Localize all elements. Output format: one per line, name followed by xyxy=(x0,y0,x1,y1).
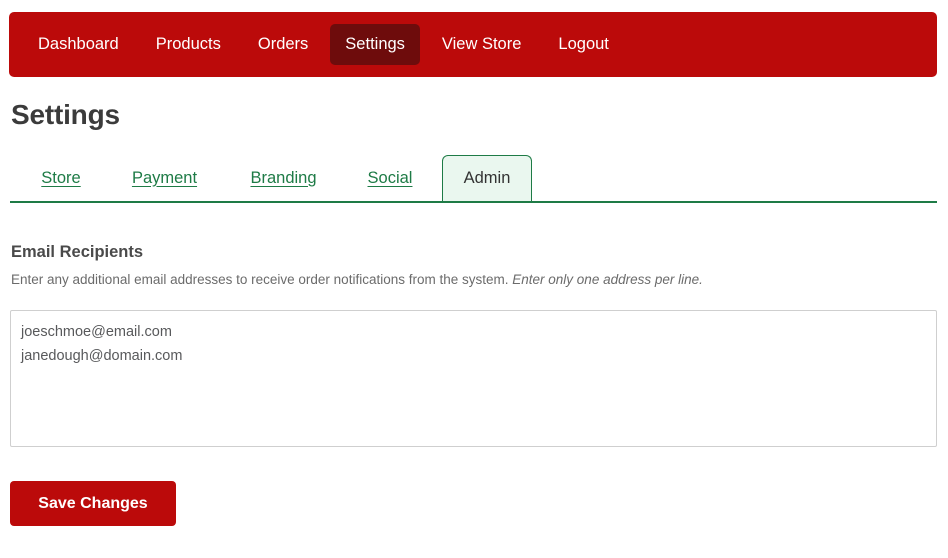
tab-payment[interactable]: Payment xyxy=(118,155,211,201)
save-changes-button[interactable]: Save Changes xyxy=(10,481,176,526)
nav-item-logout[interactable]: Logout xyxy=(543,24,623,65)
settings-tab-strip: Store Payment Branding Social Admin xyxy=(10,155,937,203)
email-recipients-textarea[interactable] xyxy=(10,310,937,447)
nav-item-orders[interactable]: Orders xyxy=(243,24,323,65)
nav-item-products[interactable]: Products xyxy=(141,24,236,65)
page-title: Settings xyxy=(11,99,120,130)
section-heading-email-recipients: Email Recipients xyxy=(11,243,144,261)
nav-item-view-store[interactable]: View Store xyxy=(427,24,537,65)
tab-store[interactable]: Store xyxy=(30,155,92,201)
navbar-items: Dashboard Products Orders Settings View … xyxy=(9,12,631,77)
tab-branding[interactable]: Branding xyxy=(237,155,330,201)
main-navbar: Dashboard Products Orders Settings View … xyxy=(9,12,937,77)
tab-admin[interactable]: Admin xyxy=(442,155,532,201)
section-description-emphasis: Enter only one address per line. xyxy=(512,272,703,287)
section-description-plain: Enter any additional email addresses to … xyxy=(11,272,509,287)
nav-item-dashboard[interactable]: Dashboard xyxy=(23,24,134,65)
section-description: Enter any additional email addresses to … xyxy=(11,272,703,287)
tab-social[interactable]: Social xyxy=(355,155,425,201)
nav-item-settings[interactable]: Settings xyxy=(330,24,420,65)
